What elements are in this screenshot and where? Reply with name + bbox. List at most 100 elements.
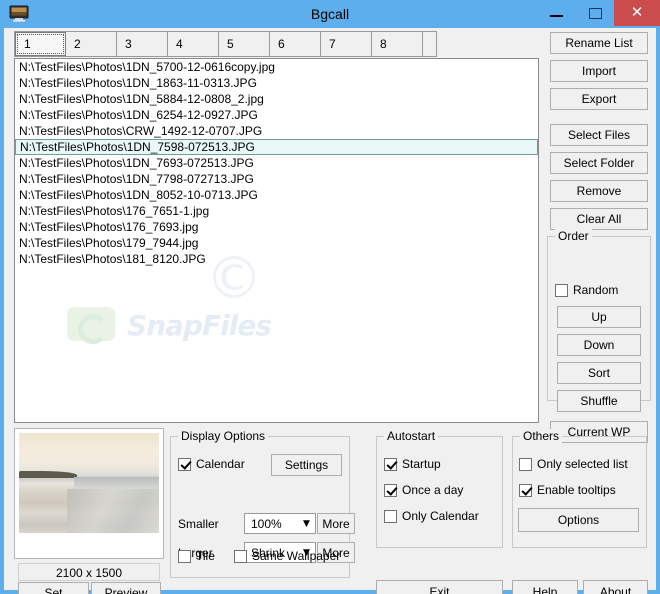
checkbox-label: Enable tooltips (537, 483, 616, 497)
tab-2[interactable]: 2 (66, 32, 117, 56)
order-up-button[interactable]: Up (557, 306, 641, 328)
tab-6[interactable]: 6 (270, 32, 321, 56)
minimize-button[interactable] (534, 0, 578, 26)
button-label: Rename List (565, 36, 633, 50)
once-a-day-checkbox[interactable]: Once a day (384, 483, 463, 497)
import-button[interactable]: Import (550, 60, 648, 82)
checkbox-box (384, 483, 397, 497)
smaller-label: Smaller (178, 517, 219, 531)
file-list-item[interactable]: N:\TestFiles\Photos\1DN_6254-12-0927.JPG (15, 107, 538, 123)
checkbox-box (519, 483, 532, 497)
button-label: Select Files (567, 128, 631, 142)
set-wallpaper-button[interactable]: Set (18, 582, 89, 594)
file-list-item[interactable]: N:\TestFiles\Photos\1DN_8052-10-0713.JPG (15, 187, 538, 203)
checkbox-box (178, 457, 191, 471)
remove-button[interactable]: Remove (550, 180, 648, 202)
rename-list-button[interactable]: Rename List (550, 32, 648, 54)
button-label: Down (583, 338, 615, 352)
close-button[interactable]: ✕ (614, 0, 660, 26)
same-wallpaper-checkbox[interactable]: Same Wallpaper (234, 549, 340, 563)
order-group-title: Order (555, 229, 592, 243)
checkbox-label: Only Calendar (402, 509, 479, 523)
tab-4[interactable]: 4 (168, 32, 219, 56)
random-checkbox[interactable]: Random (555, 283, 618, 297)
file-list[interactable]: © SnapFiles N:\TestFiles\Photos\1DN_5700… (14, 58, 539, 423)
only-calendar-checkbox[interactable]: Only Calendar (384, 509, 479, 523)
button-label: Remove (576, 184, 622, 198)
title-bar: Bgcall ✕ (0, 0, 660, 28)
only-selected-list-checkbox[interactable]: Only selected list (519, 457, 628, 471)
list-tab-strip: 1 2 3 4 5 6 7 8 (14, 31, 437, 57)
tab-8[interactable]: 8 (372, 32, 423, 56)
checkbox-label: Only selected list (537, 457, 628, 471)
display-options-title: Display Options (178, 429, 269, 443)
maximize-icon (589, 8, 602, 19)
tab-label: 2 (74, 37, 81, 51)
about-button[interactable]: About (583, 580, 648, 594)
order-sort-button[interactable]: Sort (557, 362, 641, 384)
file-list-item[interactable]: N:\TestFiles\Photos\1DN_5884-12-0808_2.j… (15, 91, 538, 107)
smaller-scale-combo[interactable]: 100% ▼ (244, 513, 316, 534)
autostart-title: Autostart (384, 429, 439, 443)
button-label: Shuffle (580, 394, 618, 408)
tab-label: 5 (227, 37, 234, 51)
tab-7[interactable]: 7 (321, 32, 372, 56)
button-label: Import (581, 64, 616, 78)
select-files-button[interactable]: Select Files (550, 124, 648, 146)
checkbox-box (384, 457, 397, 471)
order-shuffle-button[interactable]: Shuffle (557, 390, 641, 412)
button-label: Select Folder (563, 156, 635, 170)
button-label: Preview (104, 585, 148, 594)
tab-5[interactable]: 5 (219, 32, 270, 56)
watermark-label: SnapFiles (127, 309, 272, 342)
button-label: Export (581, 92, 617, 106)
smaller-more-button[interactable]: More (317, 513, 355, 534)
application-window: Bgcall ✕ 1 2 3 4 5 6 7 8 © SnapFiles N:\… (0, 0, 660, 594)
tab-label: 6 (278, 37, 285, 51)
file-list-item[interactable]: N:\TestFiles\Photos\1DN_7798-072713.JPG (15, 171, 538, 187)
exit-button[interactable]: Exit (376, 580, 503, 594)
preview-wallpaper-button[interactable]: Preview (91, 582, 161, 594)
maximize-button[interactable] (578, 0, 614, 26)
enable-tooltips-checkbox[interactable]: Enable tooltips (519, 483, 616, 497)
checkbox-box (384, 509, 397, 523)
calendar-checkbox[interactable]: Calendar (178, 457, 245, 471)
checkbox-box (178, 549, 191, 563)
image-dimensions-label: 2100 x 1500 (18, 563, 160, 581)
file-list-item[interactable]: N:\TestFiles\Photos\1DN_1863-11-0313.JPG (15, 75, 538, 91)
calendar-settings-button[interactable]: Settings (271, 454, 342, 476)
file-list-item[interactable]: N:\TestFiles\Photos\1DN_5700-12-0616copy… (15, 59, 538, 75)
file-list-item[interactable]: N:\TestFiles\Photos\176_7651-1.jpg (15, 203, 538, 219)
checkbox-box (555, 283, 568, 297)
combo-value: 100% (251, 516, 282, 531)
checkbox-label: Random (573, 283, 619, 297)
wallpaper-thumbnail (19, 433, 159, 533)
checkbox-label: Once a day (402, 483, 464, 497)
wallpaper-preview-frame[interactable] (14, 428, 164, 559)
help-button[interactable]: Help (512, 580, 578, 594)
file-list-item[interactable]: N:\TestFiles\Photos\CRW_1492-12-0707.JPG (15, 123, 538, 139)
tab-1[interactable]: 1 (15, 32, 66, 56)
order-down-button[interactable]: Down (557, 334, 641, 356)
chevron-down-icon: ▼ (303, 518, 310, 529)
button-label: Clear All (576, 212, 622, 226)
startup-checkbox[interactable]: Startup (384, 457, 441, 471)
button-label: Settings (284, 458, 329, 472)
file-list-item[interactable]: N:\TestFiles\Photos\1DN_7693-072513.JPG (15, 155, 538, 171)
file-list-item[interactable]: N:\TestFiles\Photos\176_7693.jpg (15, 219, 538, 235)
file-list-item[interactable]: N:\TestFiles\Photos\179_7944.jpg (15, 235, 538, 251)
options-button[interactable]: Options (518, 508, 639, 532)
others-title: Others (520, 429, 563, 443)
button-label: More (322, 516, 350, 531)
export-button[interactable]: Export (550, 88, 648, 110)
clear-all-button[interactable]: Clear All (550, 208, 648, 230)
select-folder-button[interactable]: Select Folder (550, 152, 648, 174)
shoreline-shape (19, 471, 77, 478)
button-label: Sort (587, 366, 610, 380)
file-list-item[interactable]: N:\TestFiles\Photos\181_8120.JPG (15, 251, 538, 267)
minimize-icon (550, 15, 563, 17)
tab-label: 8 (380, 37, 387, 51)
tile-checkbox[interactable]: Tile (178, 549, 215, 563)
tab-3[interactable]: 3 (117, 32, 168, 56)
file-list-item[interactable]: N:\TestFiles\Photos\1DN_7598-072513.JPG (15, 139, 538, 155)
